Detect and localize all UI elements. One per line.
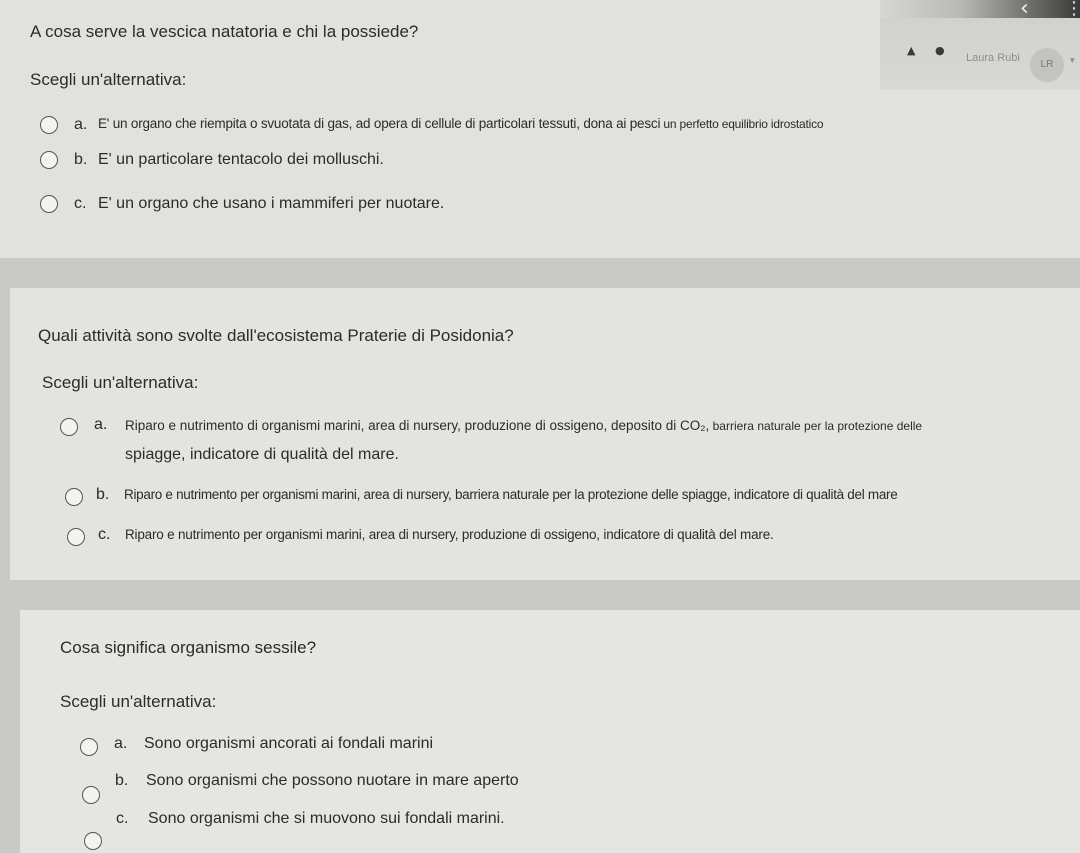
option-text-a[interactable]: Sono organismi ancorati ai fondali marin… bbox=[144, 735, 433, 753]
option-radio-b[interactable] bbox=[40, 151, 58, 169]
question-card-3: Cosa significa organismo sessile? Scegli… bbox=[20, 610, 1080, 853]
question-prompt: Scegli un'alternativa: bbox=[30, 70, 187, 89]
top-strip bbox=[880, 0, 1080, 18]
option-radio-c[interactable] bbox=[40, 195, 58, 213]
option-letter: b. bbox=[74, 151, 88, 168]
option-text-b[interactable]: Riparo e nutrimento per organismi marini… bbox=[124, 487, 898, 502]
option-text-a-line2[interactable]: spiagge, indicatore di qualità del mare. bbox=[125, 446, 399, 464]
option-text-c[interactable]: Riparo e nutrimento per organismi marini… bbox=[125, 527, 774, 542]
option-letter: a. bbox=[94, 416, 108, 433]
option-radio-b[interactable] bbox=[82, 786, 100, 804]
question-text: A cosa serve la vescica natatoria e chi … bbox=[30, 22, 419, 41]
back-arrow-icon[interactable]: ‹ bbox=[1020, 0, 1029, 21]
question-text: Cosa significa organismo sessile? bbox=[60, 638, 317, 657]
option-radio-a[interactable] bbox=[40, 116, 58, 134]
top-bar: ‹ ⋮ ▲ ● Laura Rubi LR ▾ bbox=[880, 0, 1080, 90]
question-card-2: Quali attività sono svolte dall'ecosiste… bbox=[10, 288, 1080, 580]
option-letter: c. bbox=[116, 810, 129, 827]
question-prompt: Scegli un'alternativa: bbox=[42, 373, 199, 392]
option-letter: c. bbox=[74, 195, 87, 212]
option-letter: c. bbox=[98, 526, 111, 543]
option-text-c[interactable]: E' un organo che usano i mammiferi per n… bbox=[98, 195, 444, 213]
kebab-menu-icon[interactable]: ⋮ bbox=[1065, 0, 1080, 19]
option-text-c[interactable]: Sono organismi che si muovono sui fondal… bbox=[148, 810, 505, 828]
avatar[interactable]: LR bbox=[1030, 48, 1064, 82]
option-radio-a[interactable] bbox=[80, 738, 98, 756]
option-letter: a. bbox=[74, 116, 88, 133]
option-letter: a. bbox=[114, 735, 128, 752]
option-radio-c[interactable] bbox=[84, 832, 102, 850]
option-text-b[interactable]: E' un particolare tentacolo dei mollusch… bbox=[98, 151, 384, 169]
bell-icon[interactable]: ▲ bbox=[907, 44, 915, 57]
option-radio-b[interactable] bbox=[65, 488, 83, 506]
question-text: Quali attività sono svolte dall'ecosiste… bbox=[38, 326, 514, 345]
option-letter: b. bbox=[96, 486, 110, 503]
option-text-a[interactable]: E' un organo che riempita o svuotata di … bbox=[98, 116, 824, 131]
chat-icon[interactable]: ● bbox=[935, 44, 945, 57]
option-text-a[interactable]: Riparo e nutrimento di organismi marini,… bbox=[125, 418, 922, 433]
option-radio-c[interactable] bbox=[67, 528, 85, 546]
option-letter: b. bbox=[115, 772, 129, 789]
question-prompt: Scegli un'alternativa: bbox=[60, 692, 217, 711]
user-name[interactable]: Laura Rubi bbox=[966, 52, 1020, 64]
option-radio-a[interactable] bbox=[60, 418, 78, 436]
chevron-down-icon[interactable]: ▾ bbox=[1070, 56, 1075, 66]
option-text-b[interactable]: Sono organismi che possono nuotare in ma… bbox=[146, 772, 519, 790]
